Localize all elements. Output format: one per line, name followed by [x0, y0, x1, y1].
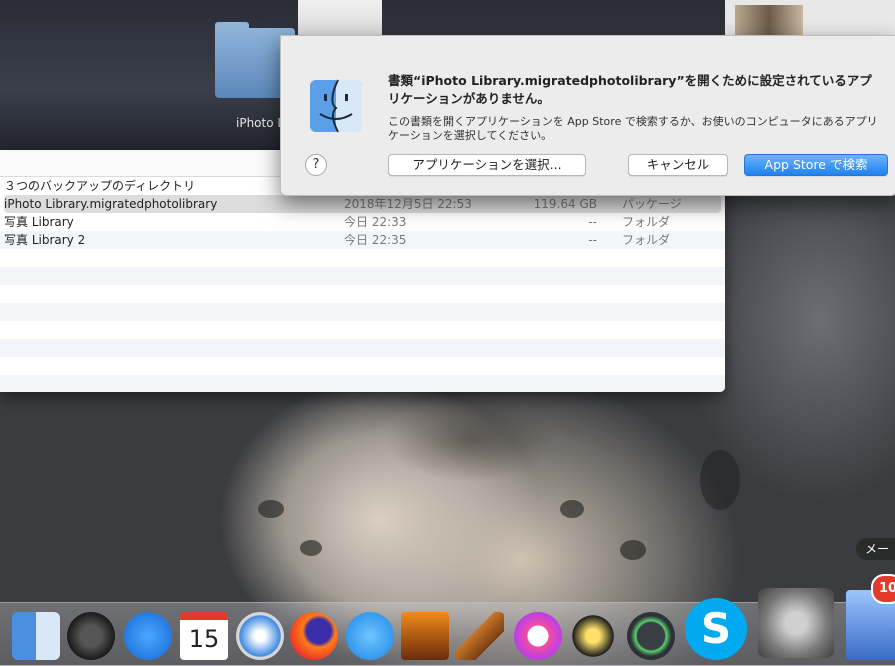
- file-date: 2018年12月5日 22:53: [344, 197, 472, 211]
- app-store-icon[interactable]: [124, 612, 172, 660]
- file-list: ３つのバックアップのディレクトリ iPhoto Library.migrated…: [0, 177, 725, 392]
- empty-row: [0, 339, 725, 357]
- file-kind: パッケージ: [622, 197, 682, 211]
- file-size: --: [588, 215, 597, 229]
- finder-icon[interactable]: [12, 612, 60, 660]
- time-machine-icon[interactable]: [627, 612, 675, 660]
- file-name: 写真 Library 2: [4, 233, 86, 247]
- file-size: 119.64 GB: [533, 197, 597, 211]
- cancel-button[interactable]: キャンセル: [628, 154, 728, 176]
- messages-icon[interactable]: [346, 612, 394, 660]
- garageband-icon[interactable]: [456, 612, 504, 660]
- file-name: ３つのバックアップのディレクトリ: [4, 179, 196, 193]
- dashboard-icon[interactable]: [67, 612, 115, 660]
- quicklook-title: iPhoto L: [236, 116, 285, 130]
- file-row-selected[interactable]: iPhoto Library.migratedphotolibrary 2018…: [4, 195, 721, 213]
- file-kind: フォルダ: [622, 233, 671, 247]
- file-date: 今日 22:35: [344, 233, 407, 247]
- photo-booth-icon[interactable]: [401, 612, 449, 660]
- file-name: 写真 Library: [4, 215, 74, 229]
- mail-badge: 10: [871, 574, 895, 604]
- empty-row: [0, 357, 725, 375]
- empty-row: [0, 249, 725, 267]
- photo-thumbnail: [735, 5, 803, 37]
- itunes-icon[interactable]: [514, 612, 562, 660]
- imovie-icon[interactable]: [569, 612, 617, 660]
- dock-tooltip: メー: [856, 538, 895, 560]
- empty-row: [0, 303, 725, 321]
- file-date: 今日 22:33: [344, 215, 407, 229]
- firefox-icon[interactable]: [290, 612, 338, 660]
- empty-row: [0, 267, 725, 285]
- alert-title: 書類“iPhoto Library.migratedphotolibrary”を…: [388, 73, 872, 106]
- file-name: iPhoto Library.migratedphotolibrary: [4, 197, 218, 211]
- system-preferences-icon[interactable]: [758, 588, 834, 658]
- no-application-alert: 書類“iPhoto Library.migratedphotolibrary”を…: [280, 35, 895, 196]
- calendar-icon[interactable]: 15: [180, 612, 228, 660]
- file-kind: フォルダ: [622, 215, 671, 229]
- empty-row: [0, 321, 725, 339]
- choose-application-button[interactable]: アプリケーションを選択...: [388, 154, 586, 176]
- safari-icon[interactable]: [236, 612, 284, 660]
- empty-row: [0, 375, 725, 392]
- file-row[interactable]: 写真 Library 2 今日 22:35 -- フォルダ: [0, 231, 725, 249]
- empty-row: [0, 285, 725, 303]
- document-icon: [298, 0, 382, 40]
- file-row[interactable]: 写真 Library 今日 22:33 -- フォルダ: [0, 213, 725, 231]
- help-button[interactable]: ?: [305, 154, 327, 176]
- finder-icon: [310, 79, 362, 133]
- skype-icon[interactable]: S: [685, 598, 747, 660]
- alert-message: この書類を開くアプリケーションを App Store で検索するか、お使いのコン…: [388, 115, 878, 142]
- file-size: --: [588, 233, 597, 247]
- search-app-store-button[interactable]: App Store で検索: [744, 154, 888, 176]
